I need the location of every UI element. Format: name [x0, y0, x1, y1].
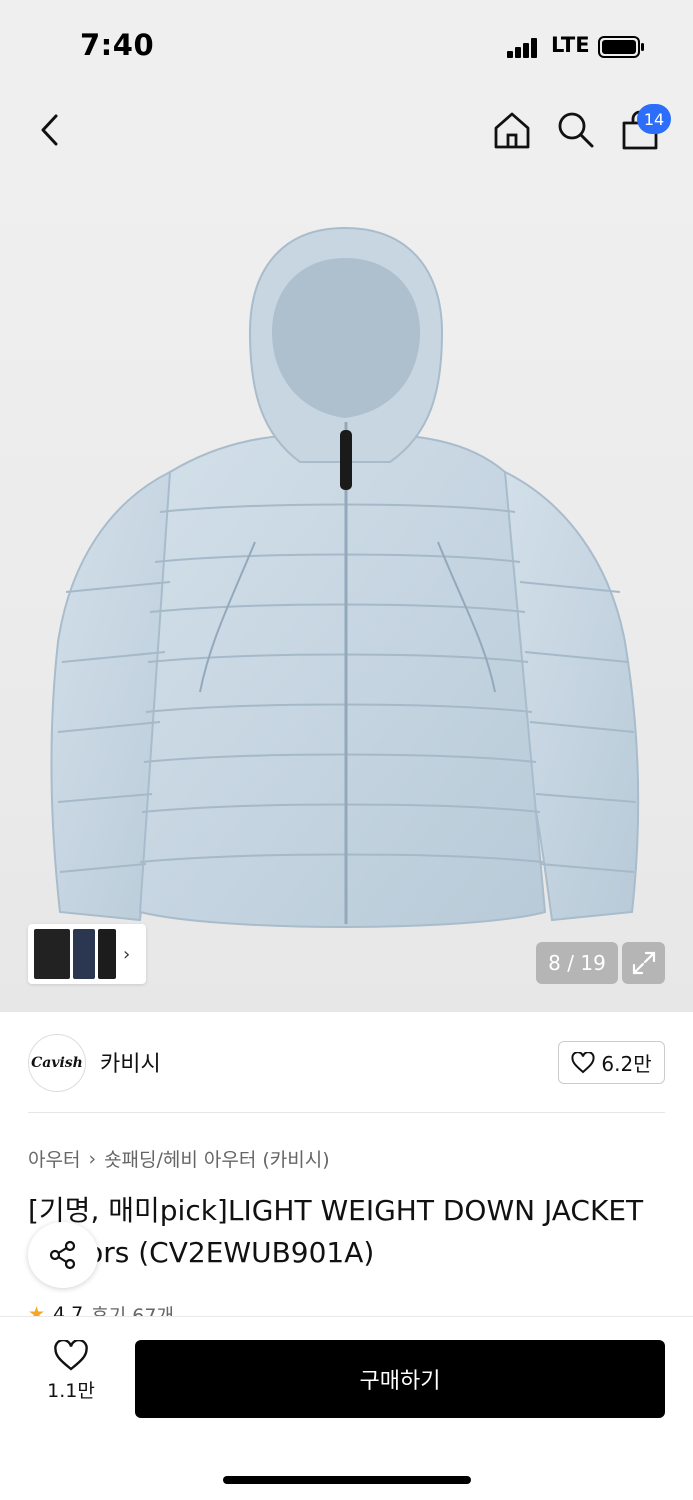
status-time: 7:40	[80, 28, 155, 62]
heart-icon	[571, 1051, 595, 1073]
brand-like-button[interactable]: 6.2만	[558, 1041, 665, 1084]
chevron-right-icon[interactable]: ›	[123, 944, 130, 965]
wishlist-button[interactable]: 1.1만	[38, 1340, 104, 1416]
expand-icon	[632, 951, 655, 975]
breadcrumb: 아우터 › 숏패딩/헤비 아우터 (카비시)	[28, 1145, 330, 1172]
battery-icon	[598, 36, 644, 58]
breadcrumb-subcategory[interactable]: 숏패딩/헤비 아우터 (카비시)	[104, 1145, 330, 1172]
search-icon	[558, 112, 594, 148]
divider	[28, 1112, 665, 1113]
share-button[interactable]	[28, 1222, 98, 1288]
chevron-left-icon	[41, 114, 58, 146]
brand-logo[interactable]: Cavish	[28, 1034, 86, 1092]
status-bar: 7:40 LTE	[0, 0, 693, 92]
top-nav-bar	[0, 92, 693, 172]
product-image-gallery[interactable]: › 8 / 19	[0, 172, 693, 1012]
back-button[interactable]	[30, 110, 70, 150]
thumbnail-navy[interactable]	[73, 929, 95, 979]
home-indicator[interactable]	[223, 1476, 471, 1484]
expand-button[interactable]	[622, 942, 665, 984]
cart-count-badge: 14	[637, 104, 671, 134]
thumbnail-black[interactable]	[34, 929, 70, 979]
thumbnail-dark[interactable]	[98, 929, 116, 979]
color-thumbnail-strip[interactable]: ›	[28, 924, 146, 984]
breadcrumb-category[interactable]: 아우터	[28, 1145, 80, 1172]
heart-icon	[54, 1340, 88, 1371]
product-jacket-image	[50, 226, 640, 928]
share-icon	[49, 1240, 76, 1270]
image-counter: 8 / 19	[536, 942, 618, 984]
buy-button[interactable]: 구매하기	[135, 1340, 665, 1418]
breadcrumb-separator: ›	[88, 1147, 97, 1170]
home-button[interactable]	[490, 108, 534, 152]
brand-name[interactable]: 카비시	[100, 1046, 161, 1078]
signal-icon	[507, 38, 539, 58]
product-title: [기명, 매미pick]LIGHT WEIGHT DOWN JACKET 6co…	[28, 1194, 644, 1269]
brand-like-count: 6.2만	[601, 1052, 652, 1076]
network-label: LTE	[551, 33, 590, 57]
home-icon	[494, 112, 530, 149]
search-button[interactable]	[554, 108, 598, 152]
wishlist-count: 1.1만	[47, 1380, 95, 1402]
